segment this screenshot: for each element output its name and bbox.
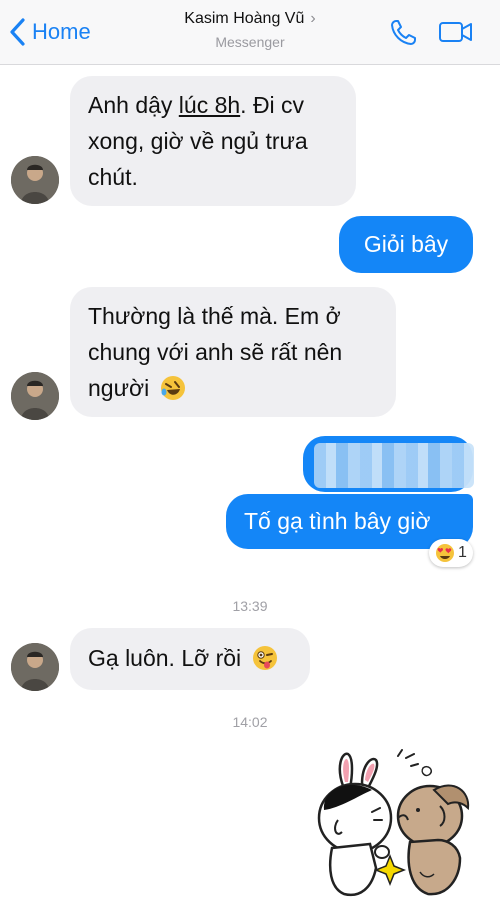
contact-avatar[interactable] xyxy=(11,643,59,691)
message-bubble-outgoing[interactable]: Giỏi bây xyxy=(339,216,473,273)
message-reaction[interactable]: 1 xyxy=(429,539,473,567)
conversation-title[interactable]: Kasim Hoàng Vũ › Messenger xyxy=(150,9,350,53)
video-camera-icon xyxy=(439,22,472,42)
contact-name: Kasim Hoàng Vũ xyxy=(184,10,305,27)
phone-call-button[interactable] xyxy=(388,18,418,53)
contact-avatar[interactable] xyxy=(11,156,59,204)
message-bubble-outgoing-blurred[interactable] xyxy=(303,436,474,492)
phone-icon xyxy=(391,20,416,45)
contact-avatar[interactable] xyxy=(11,372,59,420)
back-label: Home xyxy=(32,19,91,44)
chevron-right-icon: › xyxy=(310,10,316,27)
video-call-button[interactable] xyxy=(438,18,474,51)
chat-header: Home Kasim Hoàng Vũ › Messenger xyxy=(0,0,500,65)
underlined-time-link[interactable]: lúc 8h xyxy=(179,92,240,118)
winking-tongue-emoji xyxy=(252,646,277,670)
message-bubble-incoming[interactable]: Gạ luôn. Lỡ rồi xyxy=(70,628,310,690)
rabbit-and-dog-kiss-sticker[interactable] xyxy=(310,748,475,903)
timestamp: 13:39 xyxy=(232,598,268,614)
back-button[interactable]: Home xyxy=(8,14,91,50)
reaction-count: 1 xyxy=(458,544,467,561)
chevron-left-icon xyxy=(10,18,25,46)
message-bubble-incoming[interactable]: Thường là thế mà. Em ở chung với anh sẽ … xyxy=(70,287,396,417)
heart-eyes-emoji xyxy=(436,544,455,562)
rofl-emoji xyxy=(160,376,185,400)
blurred-text xyxy=(314,443,474,488)
app-subtitle: Messenger xyxy=(215,34,285,50)
message-bubble-incoming[interactable]: Anh dậy lúc 8h. Đi cv xong, giờ về ngủ t… xyxy=(70,76,356,206)
timestamp: 14:02 xyxy=(232,714,268,730)
